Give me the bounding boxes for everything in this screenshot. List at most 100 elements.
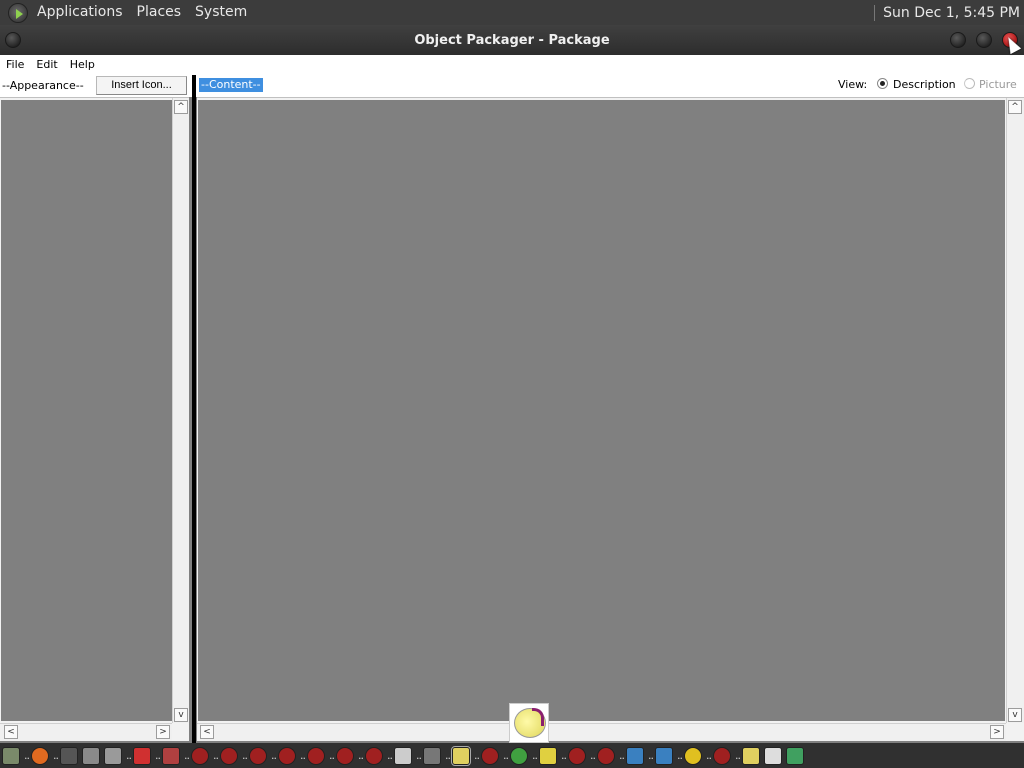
terminal-icon[interactable] [60, 746, 78, 765]
file-menu[interactable]: File [0, 55, 30, 75]
clapper-icon[interactable] [394, 746, 412, 765]
wine-icon[interactable] [191, 746, 209, 765]
taskbar-item[interactable]: .. [53, 743, 78, 768]
appearance-view[interactable] [1, 100, 172, 721]
taskbar-item[interactable] [764, 743, 782, 768]
notepad-icon[interactable] [451, 745, 471, 766]
scroll-down-icon[interactable]: v [174, 708, 188, 722]
edit-menu[interactable]: Edit [30, 55, 63, 75]
wine-icon[interactable] [568, 746, 586, 765]
scroll-right-icon[interactable]: > [156, 725, 170, 739]
taskbar-item[interactable]: .. [619, 743, 644, 768]
content-vertical-scrollbar[interactable]: ^ v [1006, 98, 1024, 723]
taskbar-item[interactable]: .. [242, 743, 267, 768]
wine-icon[interactable] [365, 746, 383, 765]
firefox-icon[interactable] [31, 746, 49, 765]
taskbar-item[interactable]: .. [532, 743, 557, 768]
taskbar-item[interactable]: .. [474, 743, 499, 768]
taskbar-item[interactable]: .. [213, 743, 238, 768]
insert-icon-button[interactable]: Insert Icon... [96, 76, 187, 95]
wine-icon[interactable] [278, 746, 296, 765]
scroll-up-icon[interactable]: ^ [1008, 100, 1022, 114]
distro-logo-icon[interactable] [8, 2, 28, 23]
folder-icon[interactable] [104, 746, 122, 765]
folder-icon[interactable] [82, 746, 100, 765]
content-view[interactable] [198, 100, 1005, 721]
scroll-down-icon[interactable]: v [1008, 708, 1022, 722]
window-icon[interactable] [764, 746, 782, 765]
content-horizontal-scrollbar[interactable]: < > [197, 723, 1006, 741]
taskbar-item[interactable]: .. [503, 743, 528, 768]
picture-radio-label[interactable]: Picture [979, 78, 1017, 91]
wine-icon[interactable] [220, 746, 238, 765]
settings-icon[interactable] [423, 746, 441, 765]
taskbar-item[interactable]: .. [329, 743, 354, 768]
monitor-icon[interactable] [786, 746, 804, 765]
scroll-left-icon[interactable]: < [200, 725, 214, 739]
globe-icon[interactable] [510, 746, 528, 765]
notes-icon[interactable] [742, 746, 760, 765]
taskbar-item[interactable]: .. [155, 743, 180, 768]
help-menu[interactable]: Help [64, 55, 101, 75]
taskbar-ellipsis: .. [329, 749, 335, 762]
app-a-icon[interactable] [626, 746, 644, 765]
wine-icon[interactable] [481, 746, 499, 765]
pane-splitter[interactable] [192, 75, 196, 743]
taskbar-item[interactable]: .. [184, 743, 209, 768]
taskbar-item[interactable]: .. [590, 743, 615, 768]
app-a-icon[interactable] [655, 746, 673, 765]
taskbar-ellipsis: .. [416, 749, 422, 762]
scroll-left-icon[interactable]: < [4, 725, 18, 739]
places-menu[interactable]: Places [130, 0, 189, 25]
file-manager-icon[interactable] [2, 746, 20, 765]
taskbar-item[interactable]: .. [706, 743, 731, 768]
taskbar-item[interactable]: .. [735, 743, 760, 768]
appearance-vertical-scrollbar[interactable]: ^ v [172, 98, 189, 723]
taskbar-item[interactable]: .. [271, 743, 296, 768]
applications-menu[interactable]: Applications [30, 0, 130, 25]
taskbar-item[interactable]: .. [387, 743, 412, 768]
system-menu[interactable]: System [188, 0, 254, 25]
taskbar-item[interactable] [2, 743, 20, 768]
scroll-right-icon[interactable]: > [990, 725, 1004, 739]
clock[interactable]: Sun Dec 1, 5:45 PM [883, 5, 1024, 21]
minimize-button[interactable] [950, 32, 966, 48]
wine-icon[interactable] [713, 746, 731, 765]
wine-icon[interactable] [249, 746, 267, 765]
taskbar-item[interactable]: .. [24, 743, 49, 768]
taskbar-item[interactable]: .. [677, 743, 702, 768]
taskbar-item[interactable] [82, 743, 100, 768]
window-menu-button[interactable] [5, 32, 21, 48]
taskbar-item[interactable]: .. [648, 743, 673, 768]
taskbar-item[interactable]: .. [445, 743, 471, 768]
package-icon[interactable] [133, 746, 151, 765]
menu-bar: File Edit Help [0, 55, 1024, 75]
description-radio[interactable] [877, 78, 888, 89]
taskbar-item[interactable]: .. [561, 743, 586, 768]
taskbar-ellipsis: .. [706, 749, 712, 762]
taskbar-item[interactable] [786, 743, 804, 768]
taskbar-item[interactable]: .. [300, 743, 325, 768]
maximize-button[interactable] [976, 32, 992, 48]
dragged-notepad-icon[interactable] [509, 703, 549, 743]
appearance-label: --Appearance-- [2, 79, 84, 92]
panel-separator [874, 4, 876, 21]
taskbar-item[interactable] [104, 743, 122, 768]
taskbar-item[interactable]: .. [358, 743, 383, 768]
picture-radio[interactable] [964, 78, 975, 89]
description-radio-label[interactable]: Description [893, 78, 956, 91]
wine-icon[interactable] [597, 746, 615, 765]
taskbar-ellipsis: .. [184, 749, 190, 762]
speaker-icon[interactable] [539, 746, 557, 765]
taskbar-item[interactable]: .. [126, 743, 151, 768]
wine-icon[interactable] [307, 746, 325, 765]
scroll-up-icon[interactable]: ^ [174, 100, 188, 114]
pacman-icon[interactable] [684, 746, 702, 765]
taskbar-item[interactable]: .. [416, 743, 441, 768]
taskbar-ellipsis: .. [648, 749, 654, 762]
window-title-bar[interactable]: Object Packager - Package [0, 25, 1024, 55]
window-title: Object Packager - Package [414, 32, 610, 48]
appearance-horizontal-scrollbar[interactable]: < > [0, 723, 172, 741]
wine-icon[interactable] [336, 746, 354, 765]
paint-icon[interactable] [162, 746, 180, 765]
